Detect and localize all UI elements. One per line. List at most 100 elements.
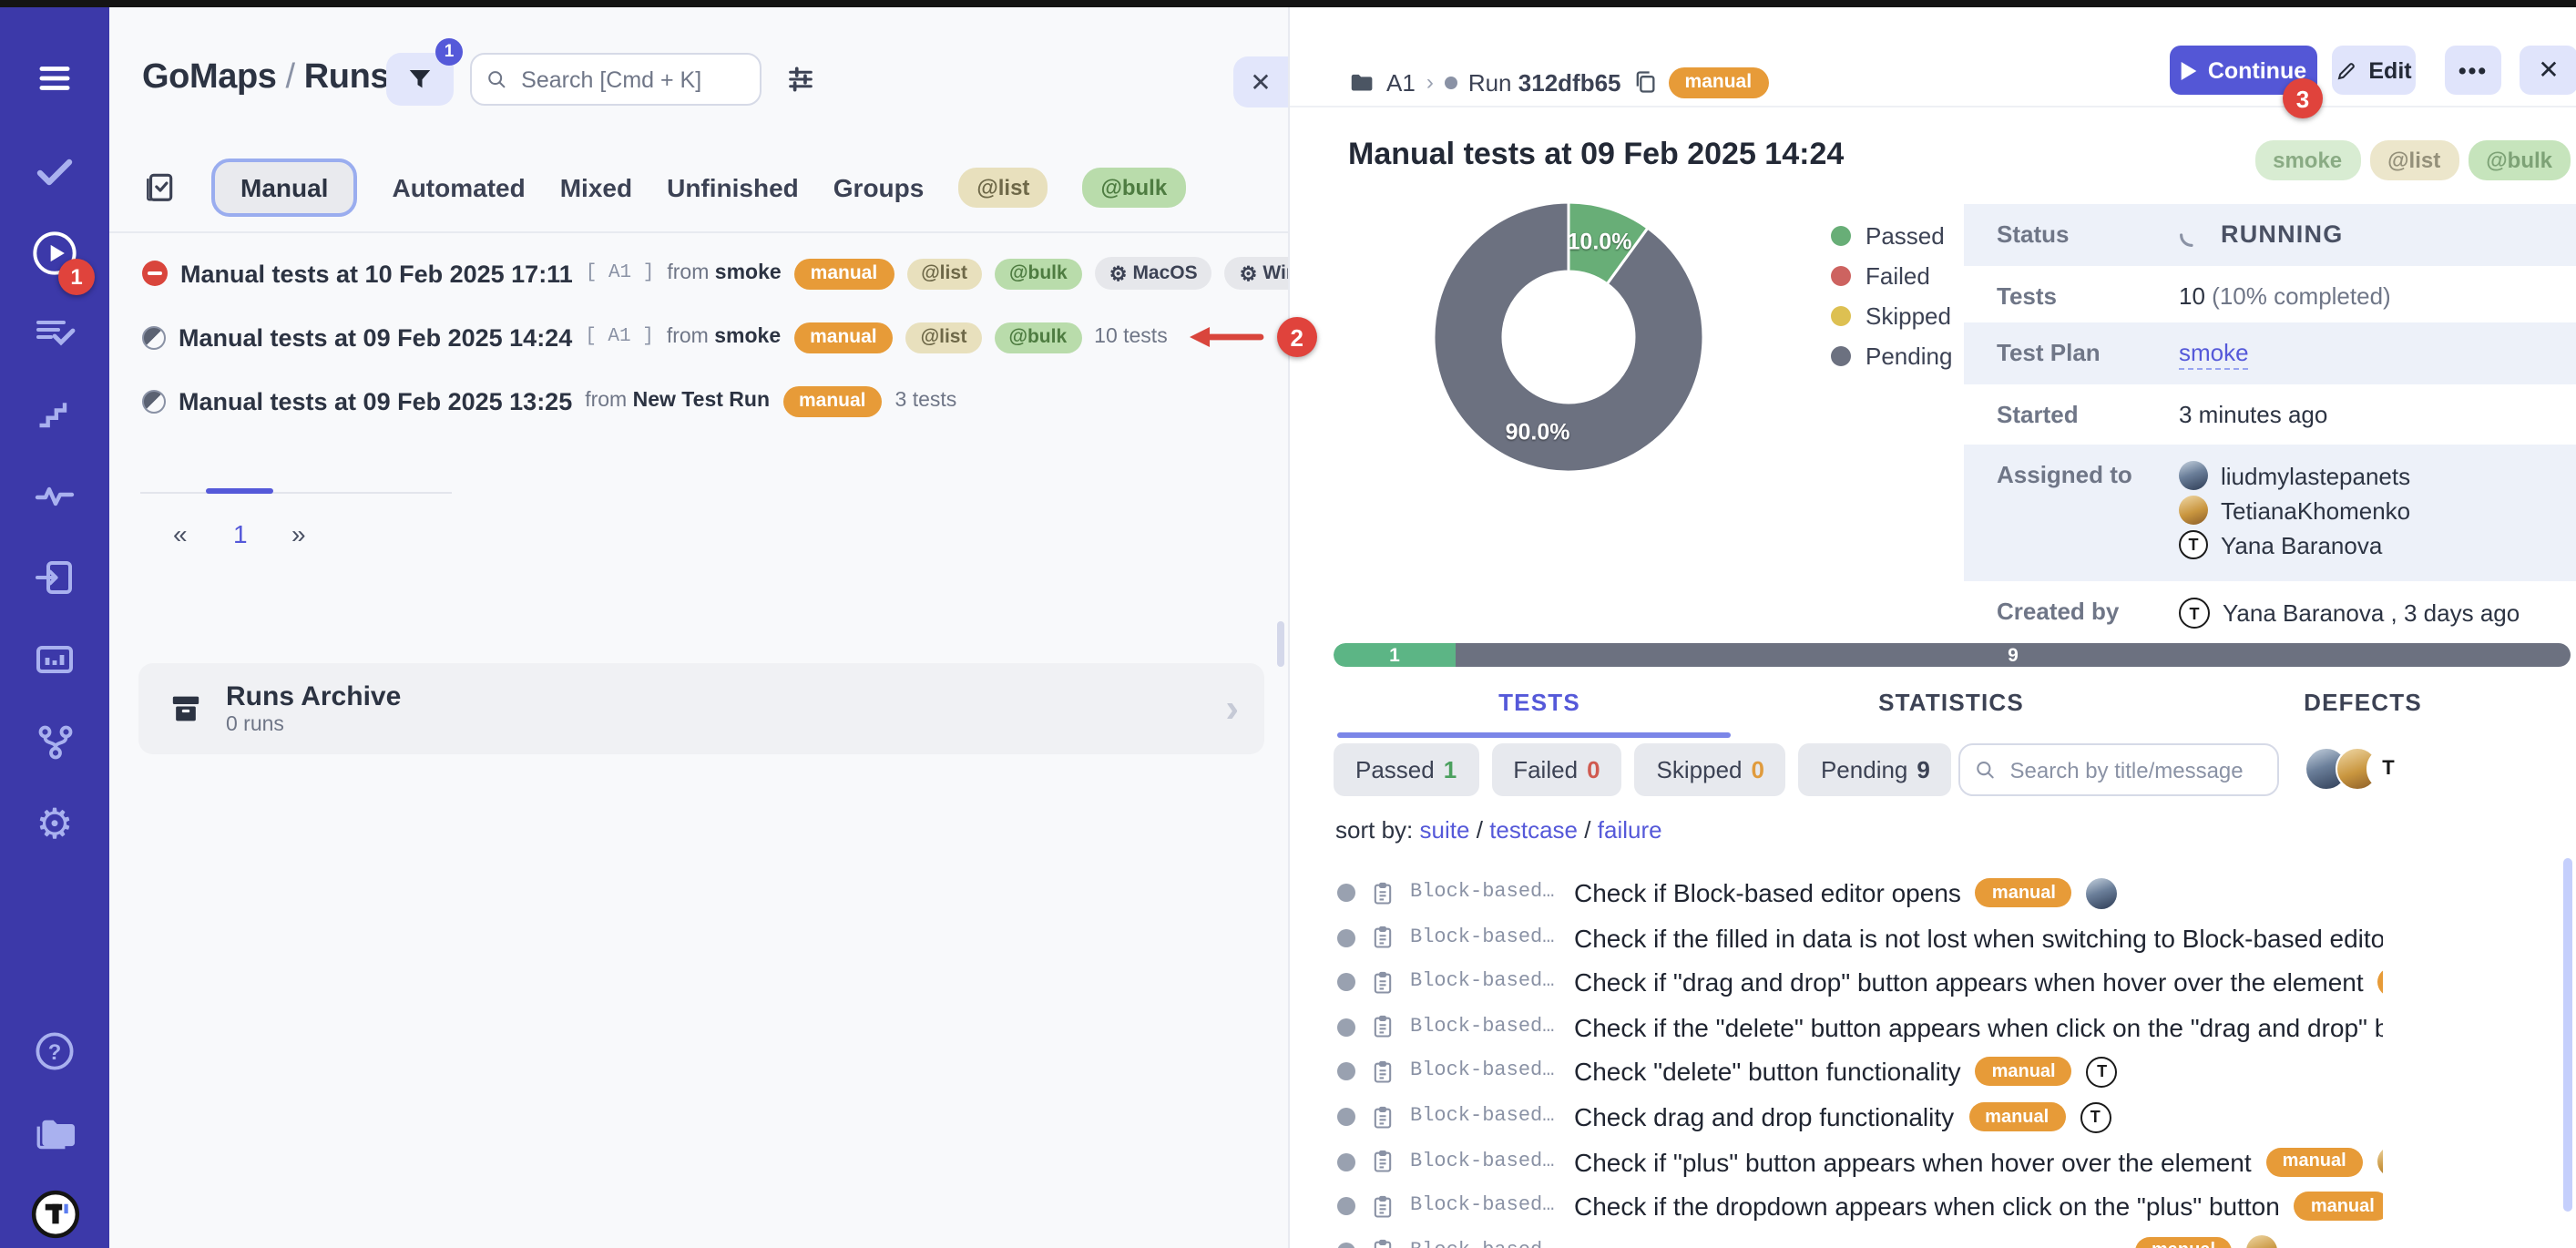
test-row-6[interactable]: Block-based…Check drag and drop function…: [1337, 1095, 2383, 1139]
sort-by-testcase[interactable]: testcase: [1489, 816, 1578, 844]
test-suite: Block-based…: [1410, 1061, 1559, 1083]
testcase-icon: [1370, 1192, 1395, 1220]
test-plan-link[interactable]: smoke: [2179, 339, 2249, 370]
avatar-tlogo: T: [2087, 1057, 2118, 1088]
legend-dot: [1831, 226, 1851, 246]
test-row-9[interactable]: Block-based… manual: [1337, 1230, 2383, 1248]
runs-archive-card[interactable]: Runs Archive 0 runs ›: [138, 663, 1264, 754]
test-row-5[interactable]: Block-based…Check "delete" button functi…: [1337, 1050, 2383, 1094]
defects-icon[interactable]: [0, 470, 109, 521]
run-tests-count: 10 tests: [1094, 326, 1168, 348]
test-suite: Block-based…: [1410, 1151, 1559, 1172]
pagination-indicator: [206, 488, 273, 494]
gear-icon: ⚙: [1109, 261, 1128, 285]
runs-search: [470, 53, 762, 106]
annotation-arrow: [1188, 324, 1264, 350]
help-icon[interactable]: ?: [0, 1026, 109, 1077]
run-tests-count: 3 tests: [895, 390, 957, 412]
filter-failed[interactable]: Failed0: [1491, 743, 1621, 796]
test-suite: Block-based…: [1410, 926, 1559, 948]
filter-passed[interactable]: Passed1: [1334, 743, 1478, 796]
close-detail-button[interactable]: ✕: [2520, 46, 2576, 95]
test-suite: Block-based…: [1410, 1017, 1559, 1038]
breadcrumb-project[interactable]: GoMaps: [142, 58, 277, 97]
test-status-dot: [1337, 1108, 1355, 1126]
select-all-icon[interactable]: [142, 169, 177, 204]
run-running-icon: [142, 389, 166, 413]
close-panel-button[interactable]: ✕: [1233, 56, 1288, 107]
folder-icon: [1348, 68, 1375, 96]
tag-filter-bulk[interactable]: @bulk: [1082, 167, 1185, 207]
test-row-8[interactable]: Block-based…Check if the dropdown appear…: [1337, 1184, 2383, 1228]
test-row-2[interactable]: Block-based…Check if the filled in data …: [1337, 916, 2383, 959]
tab-mixed[interactable]: Mixed: [560, 172, 632, 201]
test-suite: Block-based…: [1410, 1241, 1559, 1248]
inbox-icon[interactable]: [0, 552, 109, 603]
tests-search-input[interactable]: [2007, 755, 2264, 784]
test-plans-icon[interactable]: [0, 308, 109, 359]
avatar-photo2: [2377, 1146, 2383, 1177]
pagination-next[interactable]: »: [291, 519, 306, 548]
tab-unfinished[interactable]: Unfinished: [667, 172, 799, 201]
test-suite: Block-based…: [1410, 1106, 1559, 1128]
assignee-avatar-stack[interactable]: T: [2305, 747, 2410, 791]
runs-search-input[interactable]: [517, 65, 745, 94]
settings-gear-icon[interactable]: ⚙: [0, 798, 109, 849]
sort-by-suite[interactable]: suite: [1420, 816, 1470, 844]
search-icon: [486, 67, 506, 91]
legend-item-pending: Pending: [1831, 343, 1952, 370]
archive-count: 0 runs: [226, 714, 401, 736]
avatar-photo2: [2179, 496, 2208, 525]
legend-item-passed: Passed: [1831, 222, 1952, 250]
right-scrollbar-thumb[interactable]: [2563, 858, 2572, 1212]
more-actions-button[interactable]: •••: [2445, 46, 2501, 95]
tab-automated[interactable]: Automated: [392, 172, 525, 201]
avatar-photo1: [2179, 461, 2208, 490]
tab-statistics[interactable]: STATISTICS: [1745, 689, 2157, 716]
left-scrollbar-thumb[interactable]: [1277, 621, 1284, 667]
integrations-icon[interactable]: [0, 716, 109, 767]
archive-title: Runs Archive: [226, 681, 401, 712]
dashboard-icon[interactable]: [0, 634, 109, 685]
legend-item-skipped: Skipped: [1831, 302, 1952, 330]
columns-settings-icon[interactable]: [780, 58, 820, 98]
run-row-3[interactable]: Manual tests at 09 Feb 2025 13:25 from N…: [142, 379, 956, 423]
tab-manual[interactable]: Manual: [211, 158, 357, 216]
projects-folder-icon[interactable]: [0, 1108, 109, 1159]
tab-tests[interactable]: TESTS: [1334, 689, 1745, 716]
badge-manual: manual: [2135, 1237, 2232, 1248]
assigned-user: TYana Baranova: [2179, 530, 2410, 559]
status-filter-chips: Passed1 Failed0 Skipped0 Pending9: [1334, 743, 1952, 796]
test-row-3[interactable]: Block-based…Check if "drag and drop" but…: [1337, 960, 2383, 1004]
tag-filter-list[interactable]: @list: [958, 167, 1048, 207]
legend-item-failed: Failed: [1831, 262, 1952, 290]
badge-manual: manual: [1968, 1102, 2065, 1131]
tab-defects[interactable]: DEFECTS: [2157, 689, 2569, 716]
sidebar-user-avatar[interactable]: [0, 1188, 109, 1239]
crumb-suite[interactable]: A1: [1386, 68, 1416, 96]
gear-icon: ⚙: [1240, 261, 1258, 285]
spinner-icon: [2179, 221, 2204, 247]
milestones-icon[interactable]: [0, 390, 109, 441]
run-row-2[interactable]: Manual tests at 09 Feb 2025 14:24 [ A1 ]…: [142, 315, 1317, 359]
test-row-1[interactable]: Block-based…Check if Block-based editor …: [1337, 871, 2383, 915]
menu-icon[interactable]: [0, 53, 109, 104]
copy-icon[interactable]: [1632, 69, 1658, 95]
test-cases-icon[interactable]: [0, 146, 109, 197]
pagination-prev[interactable]: «: [173, 519, 188, 548]
window-top-bar: [0, 0, 2576, 7]
run-type-badge: manual: [1669, 66, 1769, 97]
info-row-tests: Tests 10 (10% completed): [1964, 266, 2576, 322]
sort-by-failure[interactable]: failure: [1598, 816, 1662, 844]
tab-groups[interactable]: Groups: [833, 172, 925, 201]
run-row-1[interactable]: Manual tests at 10 Feb 2025 17:11 [ A1 ]…: [142, 251, 1447, 295]
badge-manual: manual: [1976, 1058, 2072, 1087]
test-row-4[interactable]: Block-based…Check if the "delete" button…: [1337, 1006, 2383, 1049]
test-row-7[interactable]: Block-based…Check if "plus" button appea…: [1337, 1140, 2383, 1183]
edit-button[interactable]: Edit: [2332, 46, 2416, 95]
assigned-user: TetianaKhomenko: [2179, 496, 2410, 525]
filter-skipped[interactable]: Skipped0: [1635, 743, 1786, 796]
pagination-page-1[interactable]: 1: [233, 519, 248, 548]
legend-dot: [1831, 266, 1851, 286]
filter-pending[interactable]: Pending9: [1799, 743, 1952, 796]
